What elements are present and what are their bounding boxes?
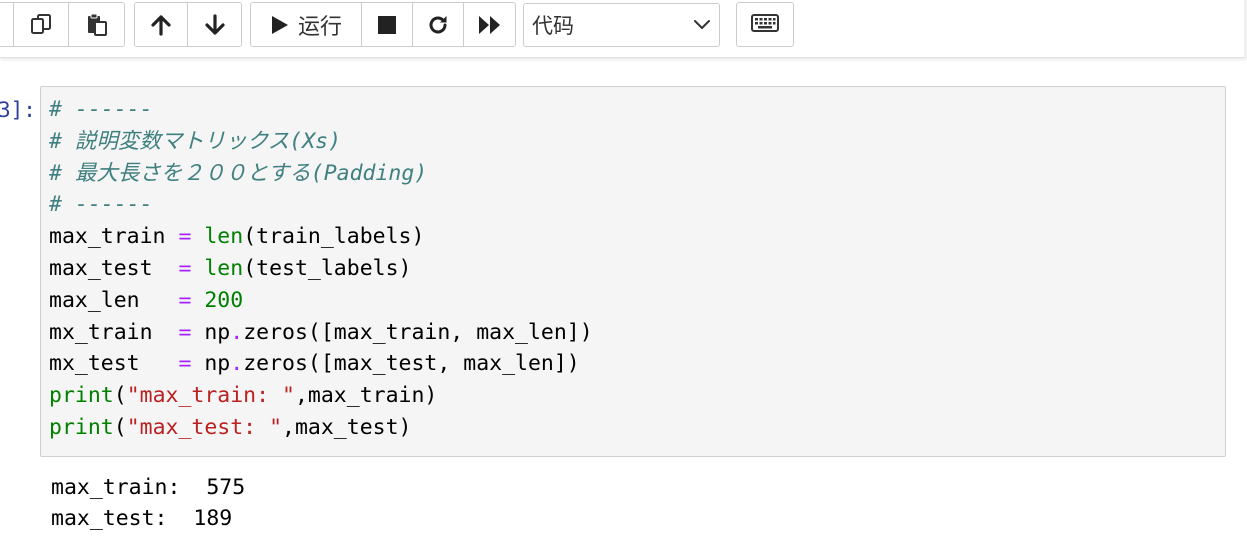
code-line: max_test = len(test_labels) xyxy=(49,253,593,285)
arrow-up-icon xyxy=(150,14,172,36)
code-token: = xyxy=(178,319,192,345)
code-line: max_len = 200 xyxy=(49,285,593,317)
code-token: "max_train: " xyxy=(126,383,295,409)
code-token: . xyxy=(230,319,244,345)
code-token: max_train xyxy=(49,224,179,250)
code-token: # 説明変数マトリックス(Xs) xyxy=(49,128,342,154)
keyboard-icon xyxy=(751,13,779,36)
restart-kernel-button[interactable] xyxy=(413,3,464,46)
code-token: np xyxy=(191,351,231,377)
code-token: # ------ xyxy=(49,192,153,218)
code-token: mx_train xyxy=(49,319,179,345)
move-down-button[interactable] xyxy=(188,3,241,46)
code-token: = xyxy=(178,287,192,313)
command-palette-button[interactable] xyxy=(736,2,794,47)
paste-button[interactable] xyxy=(69,3,124,46)
code-token: ,max_train) xyxy=(294,383,438,409)
code-token: (train_labels) xyxy=(243,224,425,250)
cut-button-partial[interactable] xyxy=(0,3,14,46)
fast-forward-icon xyxy=(478,15,502,35)
code-line: max_train = len(train_labels) xyxy=(49,221,593,253)
code-token: len xyxy=(204,255,244,281)
stop-icon xyxy=(377,15,397,35)
code-token: = xyxy=(178,224,192,250)
paste-icon xyxy=(85,13,109,37)
code-token: 200 xyxy=(204,287,244,313)
interrupt-button[interactable] xyxy=(362,3,413,46)
code-token: zeros([max_test, max_len]) xyxy=(243,351,580,377)
code-token: mx_test xyxy=(49,351,179,377)
code-token: max_len xyxy=(49,287,179,313)
code-token: "max_test: " xyxy=(126,414,283,440)
copy-icon xyxy=(29,13,53,37)
chevron-down-icon xyxy=(693,16,711,35)
notebook-toolbar: 运行 代码 xyxy=(0,0,1247,58)
play-icon xyxy=(270,14,290,36)
cell-type-select[interactable]: 代码 xyxy=(523,3,720,47)
clipboard-button-group xyxy=(0,2,125,47)
code-token: max_test xyxy=(49,255,179,281)
move-up-button[interactable] xyxy=(135,3,188,46)
code-line: mx_test = np.zeros([max_test, max_len]) xyxy=(49,348,593,380)
restart-icon xyxy=(427,14,449,36)
run-button-group: 运行 xyxy=(250,2,516,47)
code-line: print("max_train: ",max_train) xyxy=(49,380,593,412)
code-token: = xyxy=(178,351,192,377)
code-token: ( xyxy=(113,383,127,409)
move-button-group xyxy=(134,2,242,47)
code-token: ( xyxy=(113,414,127,440)
restart-run-all-button[interactable] xyxy=(464,3,515,46)
cell-prompt: 3]: xyxy=(0,98,36,122)
code-line: # ------ xyxy=(49,94,593,126)
code-line: # 説明変数マトリックス(Xs) xyxy=(49,126,593,158)
copy-button[interactable] xyxy=(14,3,69,46)
code-token: ,max_test) xyxy=(282,414,412,440)
code-editor[interactable]: # ------ # 説明変数マトリックス(Xs) # 最大長さを２００とする(Pa… xyxy=(49,94,593,444)
code-token: (test_labels) xyxy=(243,255,412,281)
code-line: # 最大長さを２００とする(Padding) xyxy=(49,158,593,190)
code-token: print xyxy=(49,414,114,440)
cell-output: max_train: 575 max_test: 189 xyxy=(51,472,245,534)
code-token: . xyxy=(230,351,244,377)
output-line: max_train: 575 xyxy=(51,475,246,500)
arrow-down-icon xyxy=(204,13,226,36)
run-button-label: 运行 xyxy=(297,14,342,40)
code-token: np xyxy=(191,319,231,345)
cell-type-value: 代码 xyxy=(532,14,574,38)
code-line: print("max_test: ",max_test) xyxy=(49,412,593,444)
code-token: # 最大長さを２００とする(Padding) xyxy=(49,160,428,186)
code-line: mx_train = np.zeros([max_train, max_len]… xyxy=(49,317,593,349)
code-token: zeros([max_train, max_len]) xyxy=(243,319,593,345)
code-token: len xyxy=(204,224,244,250)
code-line: # ------ xyxy=(49,189,593,221)
code-token: = xyxy=(178,255,192,281)
code-token: # ------ xyxy=(49,97,153,122)
code-token: print xyxy=(49,383,114,409)
output-line: max_test: 189 xyxy=(51,506,233,531)
run-button[interactable]: 运行 xyxy=(251,3,362,46)
